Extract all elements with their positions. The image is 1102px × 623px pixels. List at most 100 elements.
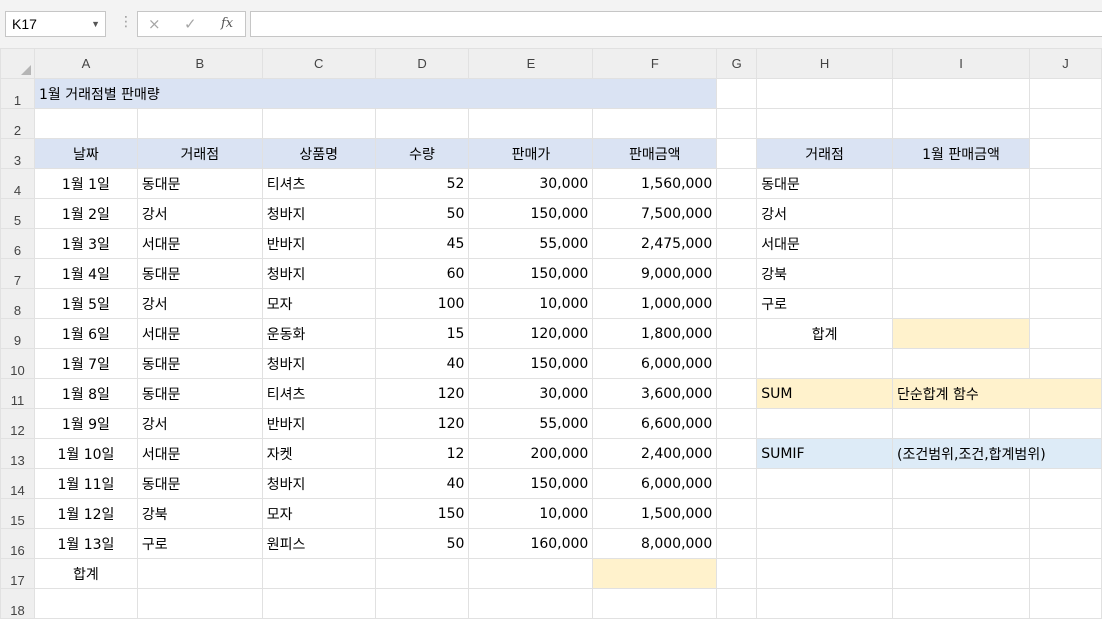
cell-i16[interactable] bbox=[892, 528, 1030, 559]
data-cell[interactable]: 40 bbox=[374, 348, 470, 379]
cell-i14[interactable] bbox=[892, 468, 1030, 499]
cell-f18[interactable] bbox=[592, 588, 718, 619]
table-header[interactable]: 거래점 bbox=[136, 138, 263, 169]
row-header[interactable]: 13 bbox=[0, 438, 35, 469]
col-header-a[interactable]: A bbox=[33, 48, 138, 79]
row-header[interactable]: 2 bbox=[0, 108, 35, 139]
data-cell[interactable]: 1월 4일 bbox=[33, 258, 138, 289]
summary-header[interactable]: 거래점 bbox=[756, 138, 894, 169]
cell-i1[interactable] bbox=[892, 78, 1030, 109]
summary-amount-cell[interactable] bbox=[892, 228, 1030, 259]
data-cell[interactable]: 1월 12일 bbox=[33, 498, 138, 529]
cell-j3[interactable] bbox=[1028, 138, 1102, 169]
note-sum-desc[interactable]: 단순합계 함수 bbox=[892, 378, 1102, 409]
row-header[interactable]: 14 bbox=[0, 468, 35, 499]
cell-h12[interactable] bbox=[756, 408, 894, 439]
cell-h16[interactable] bbox=[756, 528, 894, 559]
data-cell[interactable]: 원피스 bbox=[261, 528, 376, 559]
cell-i17[interactable] bbox=[892, 558, 1030, 589]
summary-total-label[interactable]: 합계 bbox=[756, 318, 894, 349]
data-cell[interactable]: 15 bbox=[374, 318, 470, 349]
col-header-g[interactable]: G bbox=[716, 48, 758, 79]
data-cell[interactable]: 10,000 bbox=[468, 288, 594, 319]
cell-g3[interactable] bbox=[716, 138, 758, 169]
data-cell[interactable]: 반바지 bbox=[261, 408, 376, 439]
data-cell[interactable]: 운동화 bbox=[261, 318, 376, 349]
chevron-down-icon[interactable]: ▼ bbox=[91, 12, 100, 36]
cell-c2[interactable] bbox=[261, 108, 376, 139]
cell-g1[interactable] bbox=[716, 78, 758, 109]
data-cell[interactable]: 강서 bbox=[136, 288, 263, 319]
summary-amount-cell[interactable] bbox=[892, 168, 1030, 199]
data-cell[interactable]: 1,560,000 bbox=[592, 168, 718, 199]
cell-i18[interactable] bbox=[892, 588, 1030, 619]
data-cell[interactable]: 청바지 bbox=[261, 348, 376, 379]
row-header[interactable]: 3 bbox=[0, 138, 35, 169]
cell-j10[interactable] bbox=[1028, 348, 1102, 379]
cell-a18[interactable] bbox=[33, 588, 138, 619]
cell-g7[interactable] bbox=[716, 258, 758, 289]
table-header[interactable]: 판매금액 bbox=[592, 138, 718, 169]
cell-i15[interactable] bbox=[892, 498, 1030, 529]
data-cell[interactable]: 150,000 bbox=[468, 258, 594, 289]
cell-j9[interactable] bbox=[1028, 318, 1102, 349]
row-header[interactable]: 10 bbox=[0, 348, 35, 379]
data-cell[interactable]: 동대문 bbox=[136, 468, 263, 499]
cell-i2[interactable] bbox=[892, 108, 1030, 139]
col-header-c[interactable]: C bbox=[261, 48, 376, 79]
cell-g15[interactable] bbox=[716, 498, 758, 529]
total-cell[interactable] bbox=[261, 558, 376, 589]
data-cell[interactable]: 1월 13일 bbox=[33, 528, 138, 559]
data-cell[interactable]: 동대문 bbox=[136, 258, 263, 289]
data-cell[interactable]: 1,500,000 bbox=[592, 498, 718, 529]
col-header-j[interactable]: J bbox=[1028, 48, 1102, 79]
data-cell[interactable]: 50 bbox=[374, 198, 470, 229]
cell-g17[interactable] bbox=[716, 558, 758, 589]
formula-input[interactable] bbox=[250, 11, 1102, 37]
row-header[interactable]: 15 bbox=[0, 498, 35, 529]
data-cell[interactable]: 150 bbox=[374, 498, 470, 529]
data-cell[interactable]: 강서 bbox=[136, 198, 263, 229]
data-cell[interactable]: 1월 8일 bbox=[33, 378, 138, 409]
data-cell[interactable]: 청바지 bbox=[261, 468, 376, 499]
data-cell[interactable]: 2,400,000 bbox=[592, 438, 718, 469]
row-header[interactable]: 11 bbox=[0, 378, 35, 409]
data-cell[interactable]: 40 bbox=[374, 468, 470, 499]
name-box[interactable]: K17 ▼ bbox=[5, 11, 106, 37]
cell-j4[interactable] bbox=[1028, 168, 1102, 199]
col-header-b[interactable]: B bbox=[136, 48, 263, 79]
summary-header[interactable]: 1월 판매금액 bbox=[892, 138, 1030, 169]
data-cell[interactable]: 1월 2일 bbox=[33, 198, 138, 229]
summary-store[interactable]: 서대문 bbox=[756, 228, 894, 259]
summary-amount-cell[interactable] bbox=[892, 288, 1030, 319]
data-cell[interactable]: 1월 3일 bbox=[33, 228, 138, 259]
cell-j6[interactable] bbox=[1028, 228, 1102, 259]
data-cell[interactable]: 2,475,000 bbox=[592, 228, 718, 259]
data-cell[interactable]: 동대문 bbox=[136, 168, 263, 199]
cell-j7[interactable] bbox=[1028, 258, 1102, 289]
data-cell[interactable]: 강서 bbox=[136, 408, 263, 439]
data-cell[interactable]: 12 bbox=[374, 438, 470, 469]
data-cell[interactable]: 동대문 bbox=[136, 348, 263, 379]
cell-b18[interactable] bbox=[136, 588, 263, 619]
cell-h14[interactable] bbox=[756, 468, 894, 499]
data-cell[interactable]: 120,000 bbox=[468, 318, 594, 349]
data-cell[interactable]: 150,000 bbox=[468, 468, 594, 499]
cell-j8[interactable] bbox=[1028, 288, 1102, 319]
data-cell[interactable]: 30,000 bbox=[468, 378, 594, 409]
data-cell[interactable]: 모자 bbox=[261, 288, 376, 319]
cell-h10[interactable] bbox=[756, 348, 894, 379]
row-header[interactable]: 4 bbox=[0, 168, 35, 199]
data-cell[interactable]: 7,500,000 bbox=[592, 198, 718, 229]
row-header[interactable]: 9 bbox=[0, 318, 35, 349]
cell-j1[interactable] bbox=[1028, 78, 1102, 109]
cell-j15[interactable] bbox=[1028, 498, 1102, 529]
cell-j18[interactable] bbox=[1028, 588, 1102, 619]
cell-e2[interactable] bbox=[468, 108, 594, 139]
summary-store[interactable]: 동대문 bbox=[756, 168, 894, 199]
col-header-f[interactable]: F bbox=[592, 48, 718, 79]
data-cell[interactable]: 160,000 bbox=[468, 528, 594, 559]
data-cell[interactable]: 강북 bbox=[136, 498, 263, 529]
cell-h18[interactable] bbox=[756, 588, 894, 619]
data-cell[interactable]: 30,000 bbox=[468, 168, 594, 199]
